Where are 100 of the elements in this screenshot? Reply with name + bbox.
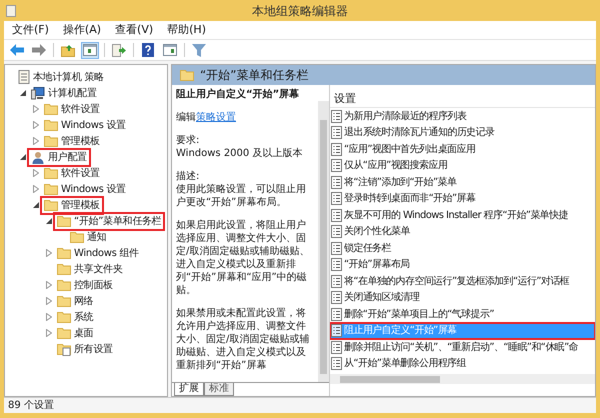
expanded-arrow-icon[interactable] [46,218,52,224]
tree-item[interactable]: 控制面板 [55,278,115,292]
settings-row[interactable]: 锁定任务栏 [330,240,595,256]
collapsed-arrow-icon[interactable] [33,185,39,193]
description-text: 使用此策略设置，可以阻止用户更改“开始”屏幕布局。 [176,183,307,209]
requirements-label: 要求: [176,134,200,147]
tree-item[interactable]: 软件设置 [42,102,102,116]
settings-row[interactable]: 将“在单独的内存空间运行”复选框添加到“运行”对话框 [330,273,595,290]
tree-item[interactable]: Windows 设置 [42,118,128,132]
toolbar-button[interactable] [139,42,157,58]
tree-item[interactable]: 桌面 [55,326,96,340]
window-title: 本地组策略编辑器 [252,2,348,20]
folder-icon [57,327,71,339]
scrollbar[interactable] [318,101,329,382]
settings-row[interactable]: “应用”视图中首先列出桌面应用 [330,141,595,158]
folder-icon [57,215,71,227]
column-header[interactable]: 设置 [330,91,595,108]
settings-row[interactable]: 退出系统时清除瓦片通知的历史记录 [330,124,595,141]
settings-row[interactable]: 删除“开始”菜单项目上的“气球提示” [330,306,595,322]
policy-setting-icon [331,225,342,238]
expanded-arrow-icon[interactable] [33,202,39,208]
folder-icon [180,69,194,81]
policy-setting-icon [331,308,342,321]
status-text: 89 个设置 [8,398,54,413]
menu-item[interactable]: 帮助(H) [167,22,206,38]
folder-icon [70,231,84,243]
collapsed-arrow-icon[interactable] [46,249,52,257]
collapsed-arrow-icon[interactable] [33,137,39,145]
settings-row[interactable]: “开始”屏幕布局 [330,256,595,273]
tree-item[interactable]: 本地计算机 策略 [16,70,106,84]
settings-row[interactable]: 为新用户清除最近的程序列表 [330,108,595,124]
folder-icon [44,119,58,131]
description-text: 如果禁用或未配置此设置，将允许用户选择应用、调整文件大小、固定/取消固定磁贴或辅助磁贴、进入自定义模式以及重新排列“开始”屏幕 [176,307,310,372]
help-icon[interactable] [142,43,154,57]
user-icon [31,150,45,164]
expanded-arrow-icon[interactable] [20,90,26,96]
folder-icon [44,103,58,115]
settings-row[interactable]: 从“开始”菜单删除公用程序组 [330,356,595,372]
tree-item[interactable]: 通知 [68,230,108,244]
tree-item[interactable]: “开始”菜单和任务栏 [55,214,164,228]
collapsed-arrow-icon[interactable] [33,121,39,129]
menu-item[interactable]: 文件(F) [12,22,49,38]
settings-row[interactable]: 灰显不可用的 Windows Installer 程序“开始”菜单快捷 [330,207,595,224]
edit-label: 编辑 [176,111,196,124]
document-icon [18,70,30,84]
horizontal-scrollbar[interactable] [330,374,595,384]
policy-setting-icon [331,126,342,140]
description-text: 如果启用此设置，将阻止用户选择应用、调整文件大小、固定/取消固定磁贴或辅助磁贴、进入自定义模式以及重新排列“开始”屏幕和“应用”中的磁贴。 [176,219,310,297]
expanded-arrow-icon[interactable] [20,154,26,160]
tree-item[interactable]: 计算机配置 [29,86,99,100]
tree-item[interactable]: 软件设置 [42,166,102,180]
policy-setting-icon [331,142,342,156]
folder-icon [44,199,58,211]
tree-item[interactable]: 管理模板 [42,134,102,148]
folder-icon [57,247,71,259]
tree-item[interactable]: 用户配置 [29,150,89,164]
policy-setting-icon [331,274,342,288]
section-title: “开始”菜单和任务栏 [200,67,308,84]
policy-setting-icon [331,357,342,370]
menu-item[interactable]: 查看(V) [115,22,154,38]
settings-folder-icon [57,342,71,356]
tree-item[interactable]: Windows 组件 [55,246,141,260]
view-tab[interactable]: 扩展 [174,383,204,396]
folder-icon [57,311,71,323]
tree-item[interactable]: 系统 [55,310,96,324]
settings-row[interactable]: 将“注销”添加到“开始”菜单 [330,174,595,190]
policy-setting-icon [331,208,342,222]
collapsed-arrow-icon[interactable] [46,297,52,305]
folder-icon [44,183,58,195]
tree-item[interactable]: Windows 设置 [42,182,128,196]
policy-title: 阻止用户自定义“开始”屏幕 [176,88,300,101]
policy-setting-icon [331,291,342,304]
settings-row[interactable]: 删除并阻止访问“关机”、“重新启动”、“睡眠”和“休眠”命 [330,339,595,356]
tree-item[interactable]: 共享文件夹 [55,262,125,276]
menu-item[interactable]: 操作(A) [62,22,102,38]
tree-item[interactable]: 管理模板 [42,198,102,212]
settings-row[interactable]: 关闭个性化菜单 [330,224,595,240]
tree-item[interactable]: 所有设置 [55,342,115,356]
requirements-text: Windows 2000 及以上版本 [176,147,304,160]
policy-setting-icon [331,159,342,172]
view-tab[interactable]: 标准 [204,383,234,396]
policy-setting-icon [331,110,342,123]
collapsed-arrow-icon[interactable] [46,313,52,321]
computer-icon [31,86,45,100]
collapsed-arrow-icon[interactable] [46,281,52,289]
collapsed-arrow-icon[interactable] [46,329,52,337]
settings-row[interactable]: 仅从“应用”视图搜索应用 [330,158,595,174]
tree-item[interactable]: 网络 [55,294,96,308]
policy-settings-link[interactable]: 策略设置 [196,111,236,124]
policy-setting-icon [331,176,342,189]
settings-row[interactable]: 关闭通知区域清理 [330,290,595,306]
description-label: 描述: [176,170,200,183]
settings-row[interactable]: 登录时转到桌面而非“开始”屏幕 [330,190,595,207]
folder-icon [44,167,58,179]
policy-setting-icon [331,242,342,255]
folder-icon [57,295,71,307]
collapsed-arrow-icon[interactable] [33,105,39,113]
collapsed-arrow-icon[interactable] [33,169,39,177]
folder-icon [57,263,71,275]
policy-setting-icon [331,258,342,272]
